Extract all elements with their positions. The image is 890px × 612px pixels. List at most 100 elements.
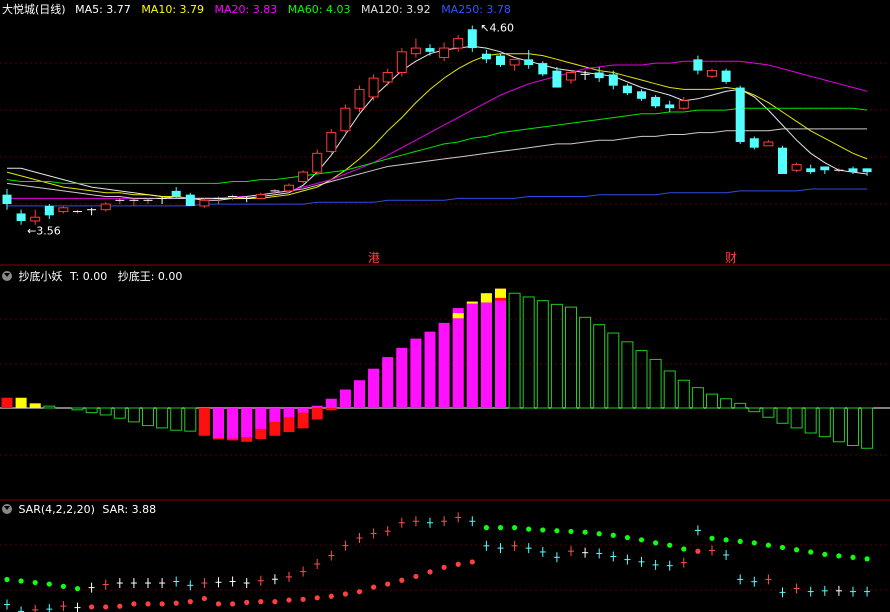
sar-dot — [300, 596, 306, 602]
sar-dot — [695, 548, 701, 554]
ma-legend-1: MA10: 3.79 — [141, 3, 205, 16]
indicator-bar-green — [861, 407, 874, 449]
sar-dot — [159, 601, 165, 607]
sar-dot — [526, 526, 532, 532]
ma-legend-5: MA250: 3.78 — [441, 3, 511, 16]
event-marker: 财 — [725, 251, 737, 265]
candle-body-down — [637, 91, 646, 99]
candle-body-up — [100, 203, 111, 211]
indicator-bar-magenta — [213, 408, 224, 439]
indicator-bar-magenta — [424, 331, 436, 408]
candle-body-down — [848, 168, 858, 173]
indicator-bar-green — [85, 407, 98, 414]
candle-body-up — [199, 199, 210, 207]
indicator-bar-magenta — [452, 308, 464, 408]
indicator-bar-green — [706, 393, 718, 409]
candle-body-down — [778, 147, 787, 174]
sar-dot — [328, 593, 334, 599]
candle-body-up — [678, 100, 689, 109]
sar-dot — [638, 537, 645, 543]
indicator-bar-green — [113, 407, 126, 419]
sar-dot — [314, 595, 320, 601]
candle-body-up — [707, 70, 717, 77]
sar-dot — [18, 578, 24, 584]
candle-body-up — [58, 207, 69, 213]
candle-body-up — [396, 51, 407, 73]
sar-title: SAR(4,2,2,20) — [18, 503, 95, 516]
sar-dot — [356, 589, 363, 595]
ma-legend-4: MA120: 3.92 — [360, 3, 431, 16]
candle-body-up — [453, 38, 464, 49]
candle-body-up — [791, 164, 802, 171]
sar-dot — [230, 601, 236, 607]
indicator-bar-magenta — [354, 380, 365, 408]
candle-body-down — [171, 190, 181, 197]
indicator-value-t: T: 0.00 — [70, 270, 108, 283]
candle-body-down — [467, 29, 477, 49]
candle-body-down — [594, 72, 604, 79]
indicator-bar-green — [127, 407, 140, 423]
indicator-bar-magenta — [241, 408, 253, 438]
indicator-bar-magenta — [311, 405, 323, 408]
indicator-bar-green — [677, 379, 690, 409]
sar-dot — [610, 532, 616, 538]
indicator-bar-yellow — [1, 397, 13, 408]
indicator-bar-green — [734, 402, 747, 409]
indicator-bar-magenta — [227, 408, 239, 439]
indicator-bar-green — [508, 292, 521, 409]
sar-dot — [596, 531, 602, 537]
sar-dot — [554, 528, 560, 534]
candle-body-down — [665, 104, 675, 109]
sar-dot — [709, 535, 715, 541]
sar-dot — [511, 525, 518, 531]
indicator-value-king: 抄底王: 0.00 — [117, 270, 183, 283]
candle-body-down — [44, 205, 54, 216]
candle-body-up — [439, 47, 450, 58]
sar-dot — [469, 559, 475, 565]
sar-dot — [371, 584, 377, 590]
indicator-bar-green — [832, 407, 845, 443]
indicator-menu-icon[interactable] — [2, 271, 12, 281]
sar-dot — [653, 540, 659, 546]
indicator-bar-red — [325, 408, 337, 411]
candle-body-up — [284, 184, 294, 192]
indicator-bar-magenta — [255, 408, 267, 429]
indicator-bar-green — [776, 407, 789, 424]
candle-body-down — [425, 48, 435, 52]
sar-dot — [46, 581, 52, 587]
indicator-header: 抄底小妖 T: 0.00 抄底王: 0.00 — [2, 270, 189, 284]
candle-body-up — [298, 171, 309, 183]
high-price-label: ↖4.60 — [480, 22, 514, 35]
candle-body-down — [538, 63, 548, 75]
indicator-bar-green — [142, 407, 154, 427]
indicator-bar-yellow — [495, 288, 506, 298]
indicator-bar-red — [198, 408, 210, 436]
indicator-bar-green — [43, 405, 56, 409]
indicator-bar-green — [565, 306, 577, 409]
indicator-bar-green — [720, 398, 733, 409]
sar-dot — [850, 554, 856, 560]
candle-body-up — [410, 47, 421, 55]
indicator-bar-green — [748, 407, 761, 413]
sar-dot — [399, 577, 405, 583]
indicator-bar-magenta — [438, 322, 450, 408]
candle-body-up — [368, 77, 379, 98]
sar-dot — [737, 538, 743, 544]
indicator-bar-yellow — [480, 293, 492, 303]
sar-dot — [74, 586, 81, 592]
candle-body-up — [255, 194, 266, 199]
indicator-bar-magenta — [495, 300, 506, 408]
candle-body-up — [312, 152, 323, 173]
stock-chart[interactable]: ↖4.60 ←3.56 港 财 — [0, 0, 890, 612]
indicator-bar-green — [99, 407, 112, 416]
indicator-bar-green — [847, 407, 859, 446]
main-header: 大悦城(日线) MA5: 3.77 MA10: 3.79 MA20: 3.83 … — [2, 3, 518, 17]
sar-menu-icon[interactable] — [2, 504, 12, 514]
sar-dot — [441, 564, 447, 570]
indicator-bar-green — [818, 407, 831, 438]
sar-value: SAR: 3.88 — [102, 503, 157, 516]
candle-body-down — [16, 213, 26, 221]
sar-dot — [483, 525, 489, 531]
indicator-bar-magenta — [269, 408, 281, 422]
indicator-bar-yellow — [452, 313, 464, 319]
